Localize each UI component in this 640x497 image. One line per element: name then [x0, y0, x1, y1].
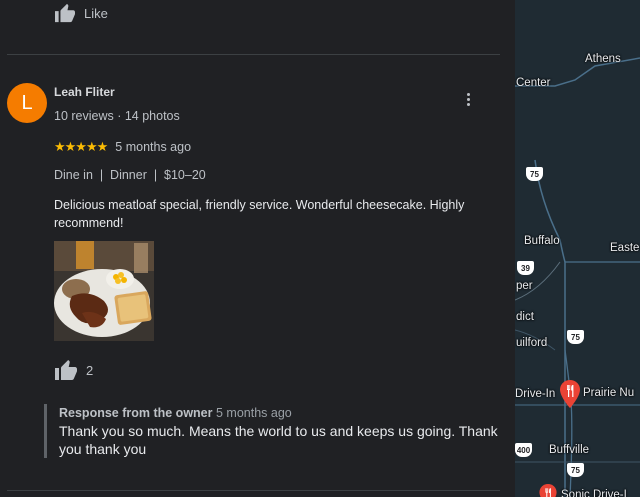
map-label-center: Center — [516, 77, 551, 89]
avatar-letter: L — [21, 91, 33, 114]
reviews-panel: Like L Leah Fliter 10 reviews · 14 photo… — [0, 0, 515, 497]
map-label-per: per — [516, 280, 533, 292]
like-label: Like — [84, 5, 108, 21]
star-rating: ★★★★★ — [54, 139, 108, 154]
owner-response-time: 5 months ago — [215, 406, 292, 420]
restaurant-pin-icon[interactable] — [539, 484, 557, 497]
review-photo[interactable] — [54, 241, 154, 341]
avatar[interactable]: L — [7, 83, 47, 123]
reviewer-name[interactable]: Leah Fliter — [54, 85, 115, 99]
reviewer-meta: 10 reviews · 14 photos — [54, 109, 180, 123]
owner-response-text: Thank you so much. Means the world to us… — [59, 423, 498, 457]
map-view[interactable]: Athens Center Buffalo Easte per dict uil… — [515, 0, 640, 497]
map-label-guilford: uilford — [516, 337, 548, 349]
map-label-buffalo: Buffalo — [524, 235, 560, 247]
review-time: 5 months ago — [115, 140, 192, 154]
owner-response-heading: Response from the owner — [59, 406, 213, 420]
like-count: 2 — [86, 362, 94, 378]
highway-shield-400: 400 — [515, 443, 532, 457]
previous-review-like-button[interactable]: Like — [54, 2, 108, 24]
map-label-buffville: Buffville — [549, 444, 590, 456]
map-label-athens: Athens — [585, 53, 621, 65]
like-button[interactable]: 2 — [54, 359, 93, 381]
meatloaf-plate-photo — [54, 241, 154, 341]
map-label-sonic: Sonic Drive-I — [561, 489, 627, 497]
review-text: Delicious meatloaf special, friendly ser… — [54, 198, 465, 230]
map-label-east: Easte — [610, 242, 640, 254]
thumbs-up-icon — [55, 360, 77, 380]
highway-shield-75: 75 — [567, 463, 584, 477]
map-label-dict: dict — [516, 311, 534, 323]
map-label-drive-in: Drive-In — [515, 388, 556, 400]
map-label-prairie: Prairie Nu — [583, 387, 635, 399]
review-divider — [7, 54, 500, 55]
restaurant-pin-icon[interactable] — [560, 380, 580, 408]
highway-shield-75: 75 — [526, 167, 543, 181]
review-rating-row: ★★★★★ 5 months ago — [54, 139, 191, 155]
highway-shield-75: 75 — [567, 330, 584, 344]
owner-response: Response from the owner 5 months ago Tha… — [44, 404, 504, 458]
visit-details: Dine in | Dinner | $10–20 — [54, 168, 206, 182]
review-divider — [7, 490, 500, 491]
more-options-icon[interactable] — [458, 88, 478, 110]
highway-shield-39: 39 — [517, 261, 534, 275]
thumbs-up-icon — [55, 3, 75, 23]
